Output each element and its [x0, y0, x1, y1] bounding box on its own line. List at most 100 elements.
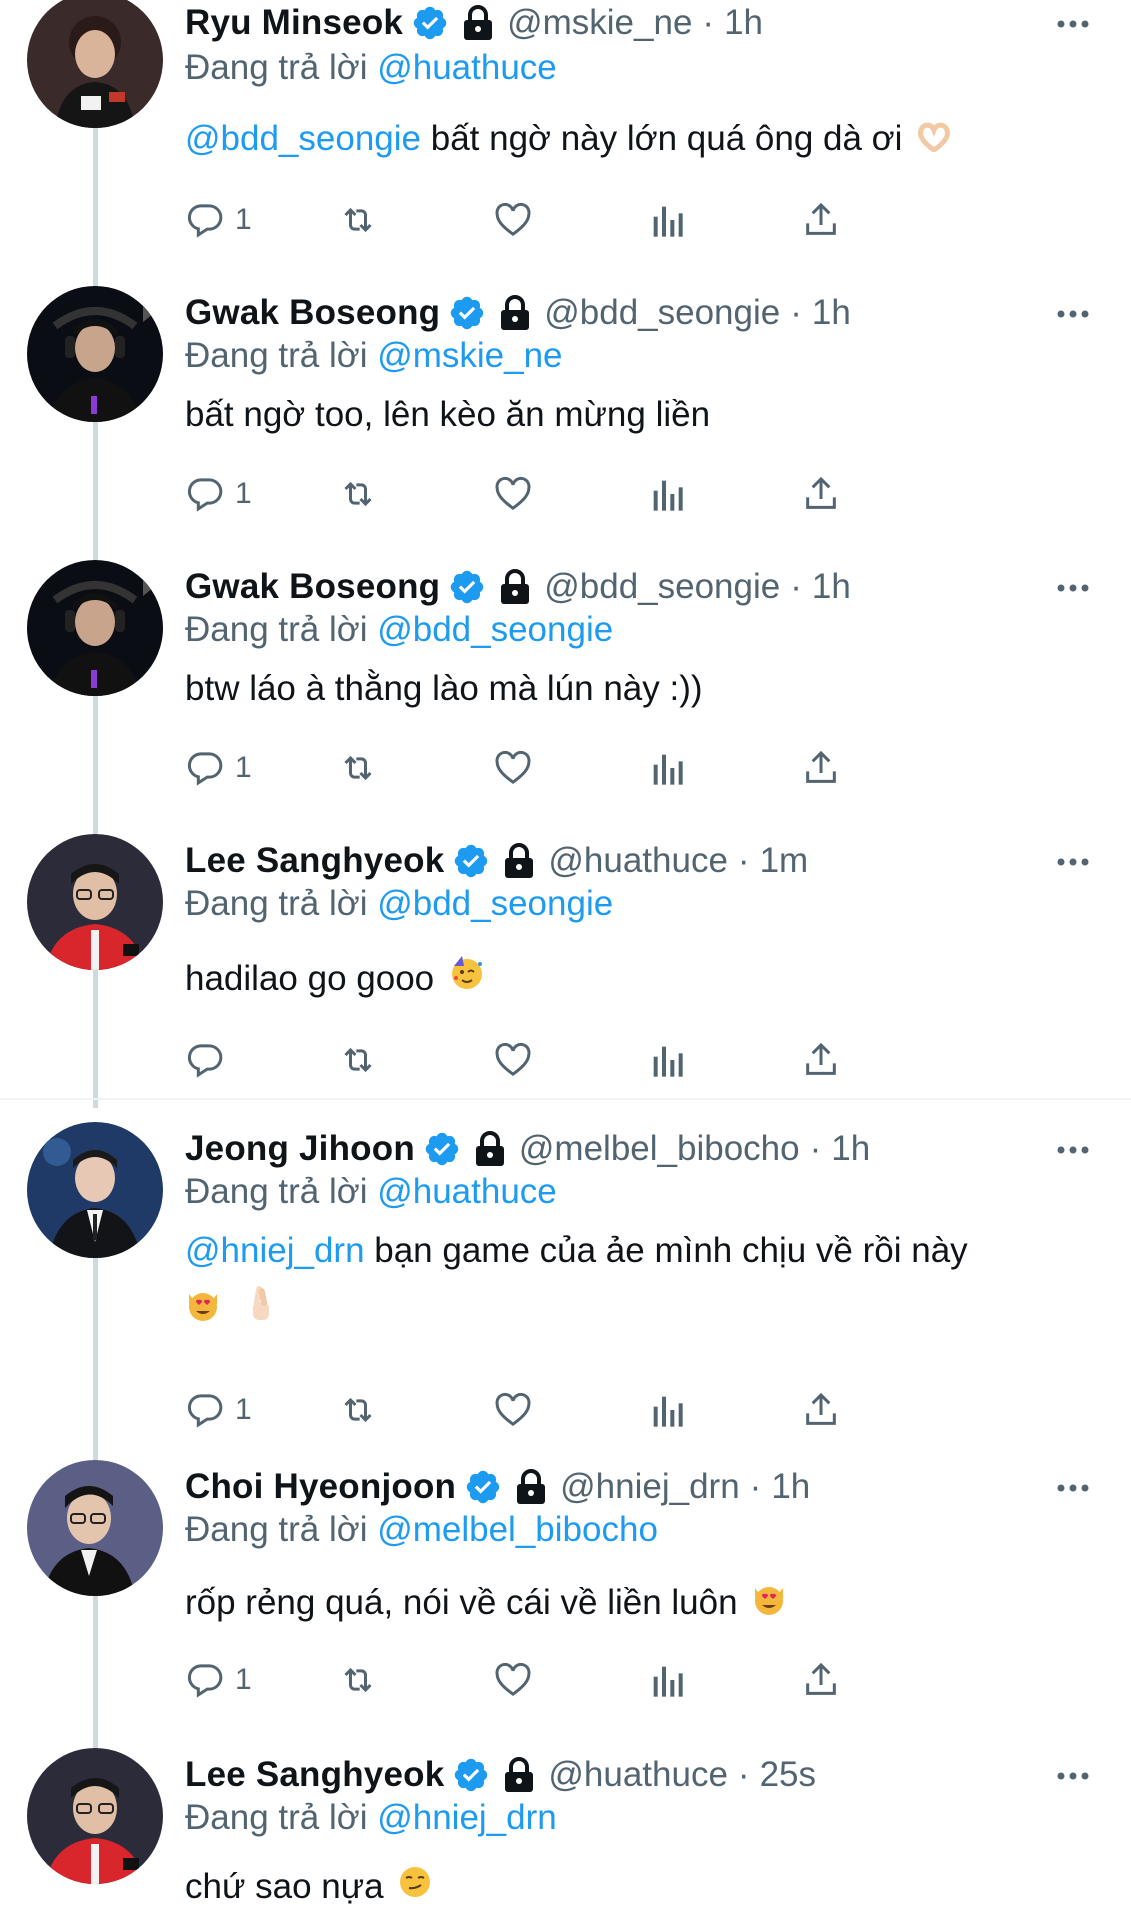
share-button[interactable]	[801, 472, 841, 516]
retweet-button[interactable]	[337, 198, 379, 242]
retweet-icon	[344, 1047, 372, 1073]
analytics-button[interactable]	[649, 198, 685, 242]
avatar[interactable]	[27, 1748, 163, 1884]
tweet-actions	[185, 1038, 1015, 1082]
reply-mention-link[interactable]: @melbel_bibocho	[377, 1510, 658, 1549]
timestamp[interactable]: 1h	[812, 567, 851, 607]
tweet-header: Gwak Boseong @bdd_seongie · 1h	[185, 290, 851, 336]
handle[interactable]: @huathuce	[548, 841, 728, 881]
retweet-button[interactable]	[337, 1658, 379, 1702]
more-icon[interactable]	[1055, 6, 1091, 42]
share-button[interactable]	[801, 1038, 841, 1082]
more-icon[interactable]	[1055, 844, 1091, 880]
tweet-text: bất ngờ too, lên kèo ăn mừng liền	[185, 386, 1085, 444]
retweet-button[interactable]	[337, 1388, 379, 1432]
avatar[interactable]	[27, 560, 163, 696]
analytics-button[interactable]	[649, 1038, 685, 1082]
avatar[interactable]	[27, 286, 163, 422]
lock-icon	[502, 1756, 536, 1794]
reply-button[interactable]: 1	[185, 1388, 252, 1432]
share-button[interactable]	[801, 1658, 841, 1702]
like-button[interactable]	[493, 1658, 533, 1702]
timestamp[interactable]: 1h	[831, 1129, 870, 1169]
analytics-button[interactable]	[649, 746, 685, 790]
timestamp[interactable]: 1m	[760, 841, 809, 881]
tweet-text: rốp rẻng quá, nói về cái về liền luôn	[185, 1574, 1085, 1634]
reply-button[interactable]: 1	[185, 746, 252, 790]
share-button[interactable]	[801, 746, 841, 790]
display-name[interactable]: Gwak Boseong	[185, 567, 440, 607]
like-button[interactable]	[493, 198, 533, 242]
analytics-button[interactable]	[649, 1388, 685, 1432]
reply-button[interactable]	[185, 1038, 235, 1082]
handle[interactable]: @mskie_ne	[507, 3, 692, 43]
avatar[interactable]	[27, 1122, 163, 1258]
analytics-icon	[653, 754, 683, 785]
reply-mention-link[interactable]: @bdd_seongie	[377, 610, 613, 649]
verified-icon	[411, 4, 449, 42]
reply-mention-link[interactable]: @huathuce	[377, 1172, 557, 1211]
heart-icon	[495, 750, 531, 785]
display-name[interactable]: Lee Sanghyeok	[185, 841, 444, 881]
reply-button[interactable]: 1	[185, 1658, 252, 1702]
reply-mention-link[interactable]: @huathuce	[377, 48, 557, 87]
retweet-button[interactable]	[337, 1038, 379, 1082]
display-name[interactable]: Ryu Minseok	[185, 3, 403, 43]
handle[interactable]: @huathuce	[548, 1755, 728, 1795]
display-name[interactable]: Jeong Jihoon	[185, 1129, 415, 1169]
reply-prefix: Đang trả lời	[185, 1798, 368, 1837]
more-icon[interactable]	[1055, 1758, 1091, 1794]
timestamp[interactable]: 1h	[724, 3, 763, 43]
separator-dot: ·	[790, 293, 802, 332]
handle[interactable]: @melbel_bibocho	[519, 1129, 800, 1169]
analytics-icon	[653, 1046, 683, 1077]
verified-icon	[423, 1130, 461, 1168]
reply-mention-link[interactable]: @hniej_drn	[377, 1798, 557, 1837]
mention-link[interactable]: @hniej_drn	[185, 1231, 365, 1270]
like-button[interactable]	[493, 1388, 533, 1432]
more-icon[interactable]	[1055, 1470, 1091, 1506]
more-icon[interactable]	[1055, 296, 1091, 332]
lock-icon	[502, 842, 536, 880]
reply-icon	[187, 1394, 223, 1428]
share-button[interactable]	[801, 1388, 841, 1432]
reply-prefix: Đang trả lời	[185, 1172, 368, 1211]
like-button[interactable]	[493, 746, 533, 790]
reply-mention-link[interactable]: @mskie_ne	[377, 336, 562, 375]
display-name[interactable]: Gwak Boseong	[185, 293, 440, 333]
divider	[0, 1098, 1131, 1100]
analytics-button[interactable]	[649, 472, 685, 516]
analytics-button[interactable]	[649, 1658, 685, 1702]
handle[interactable]: @bdd_seongie	[544, 567, 780, 607]
reply-prefix: Đang trả lời	[185, 336, 368, 375]
share-icon	[806, 1662, 836, 1695]
share-icon	[806, 1392, 836, 1425]
display-name[interactable]: Choi Hyeonjoon	[185, 1467, 456, 1507]
timestamp[interactable]: 1h	[812, 293, 851, 333]
reply-button[interactable]: 1	[185, 472, 252, 516]
reply-count: 1	[235, 1393, 252, 1426]
share-button[interactable]	[801, 198, 841, 242]
mention-link[interactable]: @bdd_seongie	[185, 119, 421, 158]
like-button[interactable]	[493, 1038, 533, 1082]
more-icon[interactable]	[1055, 570, 1091, 606]
share-icon	[806, 750, 836, 783]
avatar[interactable]	[27, 0, 163, 128]
replying-to: Đang trả lời @mskie_ne	[185, 336, 563, 376]
avatar[interactable]	[27, 834, 163, 970]
retweet-button[interactable]	[337, 746, 379, 790]
display-name[interactable]: Lee Sanghyeok	[185, 1755, 444, 1795]
verified-icon	[452, 1756, 490, 1794]
more-icon[interactable]	[1055, 1132, 1091, 1168]
handle[interactable]: @hniej_drn	[560, 1467, 740, 1507]
reply-mention-link[interactable]: @bdd_seongie	[377, 884, 613, 923]
avatar[interactable]	[27, 1460, 163, 1596]
timestamp[interactable]: 25s	[760, 1755, 816, 1795]
like-button[interactable]	[493, 472, 533, 516]
timestamp[interactable]: 1h	[771, 1467, 810, 1507]
retweet-button[interactable]	[337, 472, 379, 516]
heart-hands-emoji	[916, 112, 952, 170]
reply-button[interactable]: 1	[185, 198, 252, 242]
tweet-header: Lee Sanghyeok @huathuce · 1m	[185, 838, 808, 884]
handle[interactable]: @bdd_seongie	[544, 293, 780, 333]
